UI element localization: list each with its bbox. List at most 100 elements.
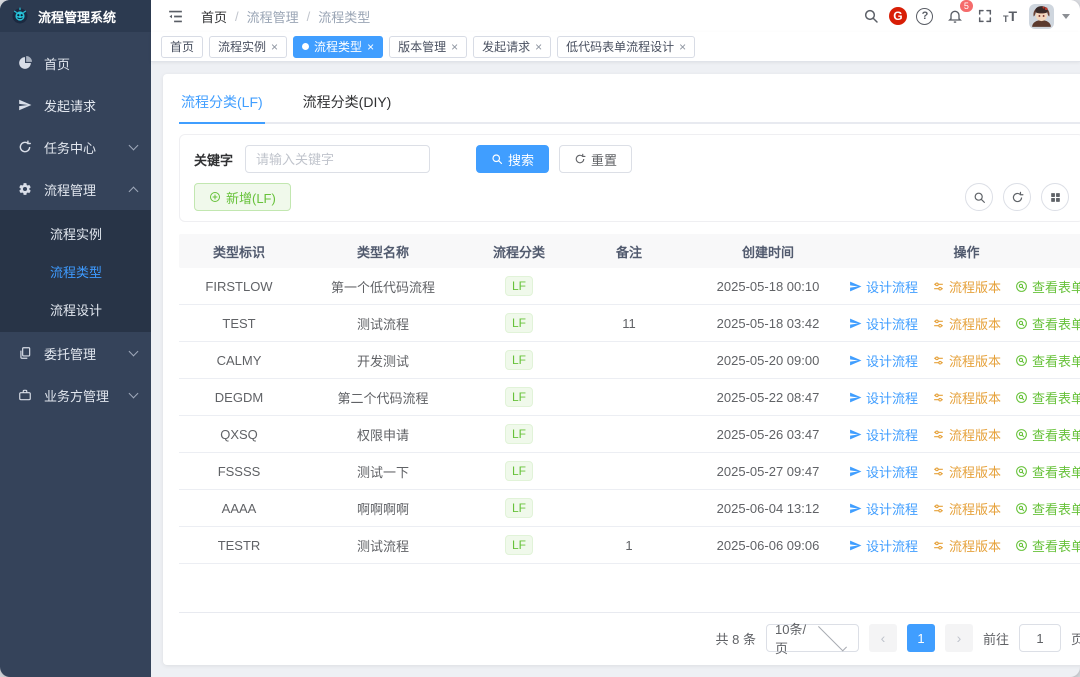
tag-lowcode-form-design[interactable]: 低代码表单流程设计 × — [557, 35, 696, 58]
view-form-link[interactable]: 查看表单 — [1015, 425, 1080, 444]
close-icon[interactable]: × — [451, 41, 458, 53]
cell-type-id: FSSSS — [217, 463, 261, 479]
app-logo-bar: 流程管理系统 — [0, 0, 151, 32]
view-form-link[interactable]: 查看表单 — [1015, 351, 1080, 370]
view-form-link[interactable]: 查看表单 — [1015, 499, 1080, 518]
add-lf-button[interactable]: 新增(LF) — [194, 183, 291, 211]
view-form-icon — [1016, 465, 1027, 477]
sidebar-item-process-management[interactable]: 流程管理 — [0, 168, 151, 210]
design-process-link[interactable]: 设计流程 — [849, 536, 918, 555]
process-version-link[interactable]: 流程版本 — [932, 388, 1001, 407]
fullscreen-icon[interactable] — [973, 4, 997, 28]
current-page-button[interactable]: 1 — [907, 624, 936, 652]
send-icon — [850, 392, 862, 402]
view-form-link[interactable]: 查看表单 — [1015, 536, 1080, 555]
design-process-link[interactable]: 设计流程 — [849, 388, 918, 407]
page-size-select[interactable]: 10条/页 — [766, 622, 860, 656]
cell-actions: 设计流程 流程版本 查看表单 — [849, 499, 1080, 518]
reset-button[interactable]: 重置 — [559, 145, 633, 173]
next-page-button[interactable]: › — [945, 624, 974, 652]
process-version-link[interactable]: 流程版本 — [932, 314, 1001, 333]
view-form-icon — [1016, 502, 1027, 514]
design-process-link[interactable]: 设计流程 — [849, 277, 918, 296]
tag-version-management[interactable]: 版本管理 × — [389, 35, 468, 58]
sliders-icon — [934, 503, 943, 513]
view-form-link[interactable]: 查看表单 — [1015, 314, 1080, 333]
prev-page-button[interactable]: ‹ — [869, 624, 898, 652]
process-version-link[interactable]: 流程版本 — [932, 536, 1001, 555]
notifications-bell-icon[interactable]: 5 — [943, 0, 974, 28]
sidebar-collapse-icon[interactable] — [163, 4, 187, 28]
goto-label: 前往 — [983, 631, 1010, 647]
user-avatar[interactable] — [1029, 3, 1054, 29]
design-process-link[interactable]: 设计流程 — [849, 351, 918, 370]
table-row: TESTR 测试流程 LF 1 2025-06-06 09:06 设计流程 流程… — [179, 527, 1080, 564]
view-form-link[interactable]: 查看表单 — [1015, 388, 1080, 407]
send-icon — [850, 503, 862, 513]
view-form-link[interactable]: 查看表单 — [1015, 462, 1080, 481]
tab-category-diy[interactable]: 流程分类(DIY) — [301, 80, 394, 122]
cell-type-id: CALMY — [216, 352, 262, 368]
design-process-link[interactable]: 设计流程 — [849, 462, 918, 481]
sidebar-item-label: 业务方管理 — [44, 388, 110, 404]
column-settings-grid-icon[interactable] — [1041, 183, 1070, 211]
sliders-icon — [934, 355, 943, 365]
process-version-link[interactable]: 流程版本 — [932, 351, 1001, 370]
search-button[interactable]: 搜索 — [476, 145, 550, 173]
cell-category: LF — [467, 349, 571, 371]
view-form-link[interactable]: 查看表单 — [1015, 277, 1080, 296]
dashboard-icon — [18, 56, 32, 70]
sidebar-subitem-process-type[interactable]: 流程类型 — [0, 252, 151, 290]
category-tabs: 流程分类(LF) 流程分类(DIY) — [179, 80, 1080, 124]
table-row: TEST 测试流程 LF 11 2025-05-18 03:42 设计流程 流程… — [179, 305, 1080, 342]
submenu-item-label: 流程设计 — [50, 302, 103, 318]
font-size-icon[interactable]: TT — [1003, 8, 1017, 24]
tag-initiate-request[interactable]: 发起请求 × — [473, 35, 552, 58]
table-refresh-icon[interactable] — [1003, 183, 1032, 211]
tag-home[interactable]: 首页 — [161, 35, 204, 58]
cell-created: 2025-06-06 09:06 — [716, 537, 820, 553]
tab-category-lf[interactable]: 流程分类(LF) — [179, 80, 265, 124]
sidebar-menu: 首页 发起请求 任务中心 流程管理 流程实例 流程类型 流程设计 委托管理 业务… — [0, 32, 151, 416]
avatar-caret-icon[interactable] — [1062, 13, 1070, 19]
sliders-icon — [934, 429, 943, 439]
cell-category: LF — [467, 534, 571, 556]
cell-actions: 设计流程 流程版本 查看表单 — [849, 351, 1080, 370]
search-icon[interactable] — [859, 4, 883, 28]
sidebar-item-task-center[interactable]: 任务中心 — [0, 126, 151, 168]
keyword-input[interactable] — [245, 145, 431, 173]
close-icon[interactable]: × — [679, 41, 686, 53]
category-tag: LF — [504, 386, 533, 408]
design-process-link[interactable]: 设计流程 — [849, 425, 918, 444]
design-process-link[interactable]: 设计流程 — [849, 499, 918, 518]
sidebar-subitem-process-instance[interactable]: 流程实例 — [0, 214, 151, 252]
process-version-link[interactable]: 流程版本 — [932, 462, 1001, 481]
sidebar-item-initiate-request[interactable]: 发起请求 — [0, 84, 151, 126]
sidebar-subitem-process-design[interactable]: 流程设计 — [0, 290, 151, 328]
breadcrumb-process-management: 流程管理 — [246, 9, 299, 25]
breadcrumb-home[interactable]: 首页 — [201, 7, 227, 26]
tag-process-type[interactable]: 流程类型 × — [293, 35, 384, 58]
send-icon — [850, 540, 862, 550]
table-search-toggle-icon[interactable] — [965, 183, 994, 211]
table-action-row: 新增(LF) — [194, 183, 1070, 211]
plus-circle-icon — [210, 192, 220, 202]
cell-type-name: 第二个代码流程 — [337, 390, 429, 406]
goto-page-input[interactable] — [1019, 624, 1062, 652]
cell-type-id: QXSQ — [220, 426, 258, 442]
help-icon[interactable]: ? — [913, 4, 937, 28]
tag-process-instance[interactable]: 流程实例 × — [209, 35, 288, 58]
sidebar-item-delegate-management[interactable]: 委托管理 — [0, 332, 151, 374]
sidebar-item-home[interactable]: 首页 — [0, 42, 151, 84]
process-version-link[interactable]: 流程版本 — [932, 277, 1001, 296]
gitee-icon[interactable]: G — [888, 7, 907, 25]
process-version-link[interactable]: 流程版本 — [932, 499, 1001, 518]
sidebar-item-business-party-management[interactable]: 业务方管理 — [0, 374, 151, 416]
close-icon[interactable]: × — [535, 41, 542, 53]
process-type-card: 流程分类(LF) 流程分类(DIY) 关键字 搜索 重置 — [163, 74, 1080, 665]
close-icon[interactable]: × — [367, 41, 374, 53]
design-process-link[interactable]: 设计流程 — [849, 314, 918, 333]
process-version-link[interactable]: 流程版本 — [932, 425, 1001, 444]
cell-category: LF — [467, 460, 571, 482]
close-icon[interactable]: × — [271, 41, 278, 53]
